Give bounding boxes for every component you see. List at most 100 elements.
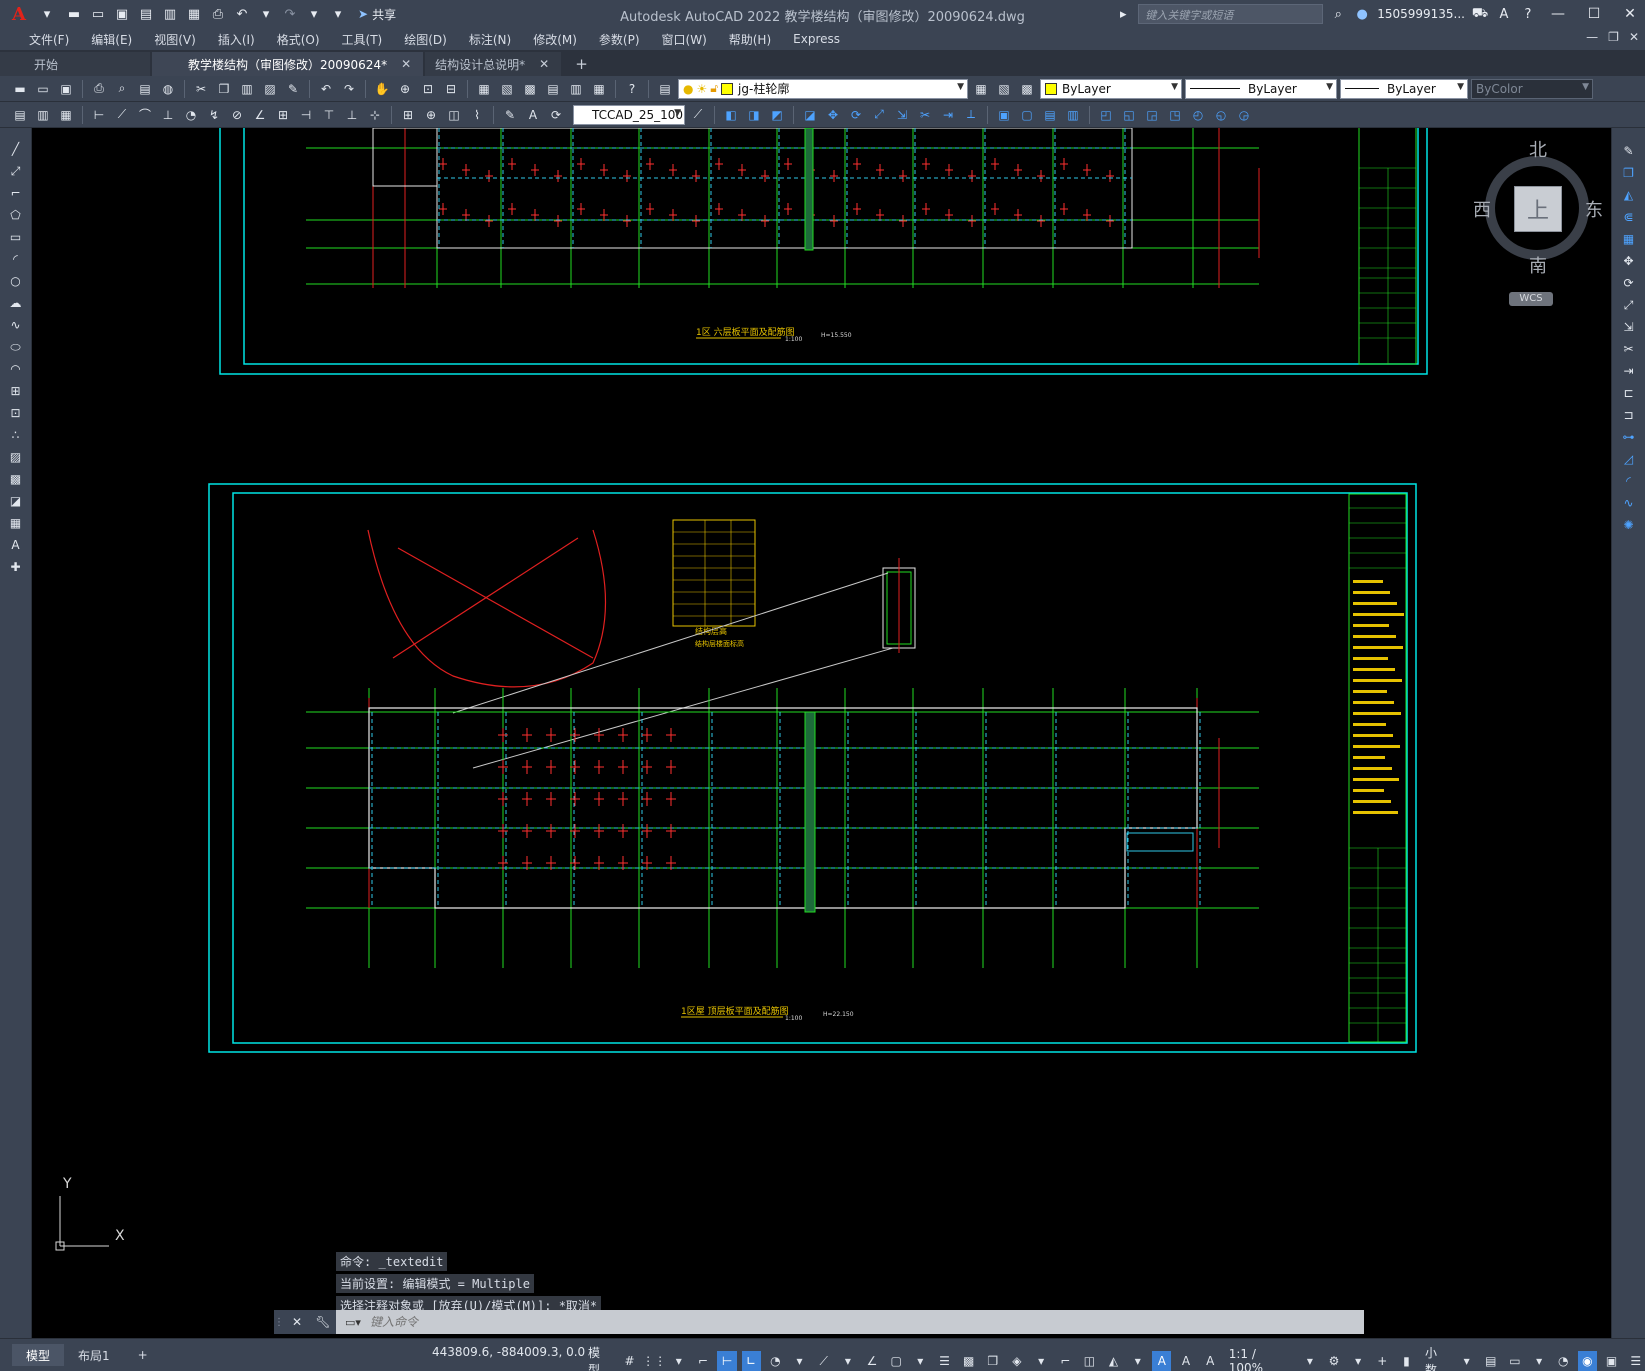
dim-diameter-icon[interactable]: ⊘	[227, 105, 247, 125]
menu-file[interactable]: 文件(F)	[18, 31, 80, 48]
dim-baseline-icon[interactable]: ⊣	[296, 105, 316, 125]
menu-express[interactable]: Express	[782, 32, 851, 46]
units-icon[interactable]: ▮	[1397, 1351, 1416, 1371]
dim-angular-icon[interactable]: ∠	[250, 105, 270, 125]
clean-screen-icon[interactable]: ▣	[1602, 1351, 1621, 1371]
tab-drawing-notes[interactable]: 结构设计总说明* ✕	[425, 52, 562, 76]
block-editor-icon[interactable]: ✎	[283, 79, 303, 99]
revcloud-icon[interactable]: ☁	[5, 294, 27, 312]
search-expand-icon[interactable]: ▸	[1114, 7, 1132, 22]
zoom-window-icon[interactable]: ⊡	[418, 79, 438, 99]
break-icon[interactable]: ⟂	[961, 105, 981, 125]
bring-front-icon[interactable]: ◧	[721, 105, 741, 125]
erase-icon[interactable]: ✎	[1618, 142, 1640, 160]
jogged-linear-icon[interactable]: ⌇	[467, 105, 487, 125]
osnap-dropdown-icon[interactable]: ▾	[911, 1351, 930, 1371]
dim-update-icon[interactable]: ⟳	[546, 105, 566, 125]
extend-object-icon[interactable]: ⇥	[1618, 362, 1640, 380]
user-account[interactable]: 1505999135...	[1377, 7, 1465, 21]
compass-west[interactable]: 西	[1473, 196, 1491, 222]
text-style-icon[interactable]: ▤	[10, 105, 30, 125]
doc-minimize-icon[interactable]: —	[1586, 30, 1598, 44]
object-snap-icon[interactable]: ▢	[887, 1351, 906, 1371]
menu-insert[interactable]: 插入(I)	[207, 31, 266, 48]
quick-dim-icon[interactable]: ⊞	[273, 105, 293, 125]
gradient-icon[interactable]: ▩	[5, 470, 27, 488]
insert-block-icon[interactable]: ⊞	[5, 382, 27, 400]
rotate-object-icon[interactable]: ⟳	[1618, 274, 1640, 292]
transparency-icon[interactable]: ▩	[959, 1351, 978, 1371]
text-style-dropdown[interactable]: TCCAD_25_100 ▼	[573, 104, 685, 125]
sheet-set-icon[interactable]: ▤	[543, 79, 563, 99]
match-properties-icon[interactable]: ▨	[260, 79, 280, 99]
menu-format[interactable]: 格式(O)	[266, 31, 331, 48]
object-snap-tracking-icon[interactable]: ∠	[862, 1351, 881, 1371]
table-style-icon[interactable]: ▦	[56, 105, 76, 125]
cut-icon[interactable]: ✂	[191, 79, 211, 99]
menu-edit[interactable]: 编辑(E)	[80, 31, 143, 48]
compass-north[interactable]: 北	[1529, 136, 1547, 162]
compass-east[interactable]: 东	[1585, 196, 1603, 222]
tab-start[interactable]: 开始	[0, 52, 150, 76]
undo-icon[interactable]: ↶	[232, 4, 252, 24]
graphics-performance-icon[interactable]: ◉	[1577, 1351, 1597, 1371]
viewcube[interactable]: 上 北 南 东 西 WCS	[1473, 136, 1603, 306]
help-icon[interactable]: ?	[622, 79, 642, 99]
customization-icon[interactable]: ☰	[1626, 1351, 1645, 1371]
minimize-button[interactable]: —	[1543, 6, 1573, 22]
search-icon[interactable]: ⌕	[1329, 7, 1347, 22]
close-tab-icon[interactable]: ✕	[539, 57, 549, 71]
snap-icon[interactable]: ⋮⋮	[642, 1351, 666, 1371]
pan-icon[interactable]: ✋	[372, 79, 392, 99]
app-logo[interactable]: A	[0, 0, 38, 28]
stretch-icon[interactable]: ⇲	[892, 105, 912, 125]
menu-dimension[interactable]: 标注(N)	[458, 31, 522, 48]
trim-icon[interactable]: ✂	[915, 105, 935, 125]
help-icon[interactable]: ?	[1519, 7, 1537, 22]
new-tab-plus-icon[interactable]: +	[563, 52, 600, 76]
infer-constraints-icon[interactable]: ⌐	[693, 1351, 712, 1371]
tool-palettes-icon[interactable]: ▩	[520, 79, 540, 99]
circle-icon[interactable]: ○	[5, 272, 27, 290]
dim-arc-icon[interactable]: ⌒	[135, 105, 155, 125]
redo-icon[interactable]: ↷	[280, 4, 300, 24]
paste-icon[interactable]: ▥	[237, 79, 257, 99]
markup-icon[interactable]: ▥	[566, 79, 586, 99]
lock-ui-icon[interactable]: ▭	[1505, 1351, 1524, 1371]
3d-print-icon[interactable]: ◍	[158, 79, 178, 99]
zoom-previous-icon[interactable]: ⊟	[441, 79, 461, 99]
doc-restore-icon[interactable]: ❐	[1608, 30, 1619, 44]
help-search-input[interactable]: 键入关键字或短语	[1138, 4, 1324, 24]
menu-draw[interactable]: 绘图(D)	[393, 31, 458, 48]
point-icon[interactable]: ∴	[5, 426, 27, 444]
quick-properties-icon[interactable]: ▤	[1481, 1351, 1500, 1371]
purge-icon[interactable]: ◶	[1234, 105, 1254, 125]
isodraft-icon[interactable]: ⟋	[814, 1351, 833, 1371]
join-icon[interactable]: ⊶	[1618, 428, 1640, 446]
quick-select-icon[interactable]: ◳	[1165, 105, 1185, 125]
dynamic-input-icon[interactable]: ⊢	[717, 1351, 737, 1371]
gizmo-icon[interactable]: ◭	[1104, 1351, 1123, 1371]
fillet-icon[interactable]: ◜	[1618, 472, 1640, 490]
scale-icon[interactable]: ⤢	[869, 105, 889, 125]
layer-dropdown[interactable]: ● ☀ 🔓︎ jg-柱轮廓 ▼	[678, 78, 968, 99]
layout-tab-1[interactable]: 布局1	[64, 1344, 124, 1366]
copy-icon[interactable]: ❐	[214, 79, 234, 99]
tab-drawing-main[interactable]: 教学楼结构（审图修改）20090624* ✕	[152, 52, 424, 76]
publish-icon[interactable]: ▤	[135, 79, 155, 99]
dim-radius-icon[interactable]: ◔	[181, 105, 201, 125]
menu-view[interactable]: 视图(V)	[143, 31, 207, 48]
lock-dropdown-icon[interactable]: ▾	[1530, 1351, 1549, 1371]
offset-icon[interactable]: ⋐	[1618, 208, 1640, 226]
plot-preview-icon[interactable]: ⌕	[112, 79, 132, 99]
selection-filter-icon[interactable]: ◫	[1080, 1351, 1099, 1371]
lineweight-display-icon[interactable]: ☰	[935, 1351, 954, 1371]
group-select-icon[interactable]: ▥	[1063, 105, 1083, 125]
dim-style-icon[interactable]: ▥	[33, 105, 53, 125]
open-icon[interactable]: ▭	[33, 79, 53, 99]
design-center-icon[interactable]: ▧	[497, 79, 517, 99]
layer-previous-icon[interactable]: ▧	[994, 79, 1014, 99]
spline-icon[interactable]: ∿	[5, 316, 27, 334]
3d-osnap-icon[interactable]: ◈	[1007, 1351, 1026, 1371]
rectangle-icon[interactable]: ▭	[5, 228, 27, 246]
